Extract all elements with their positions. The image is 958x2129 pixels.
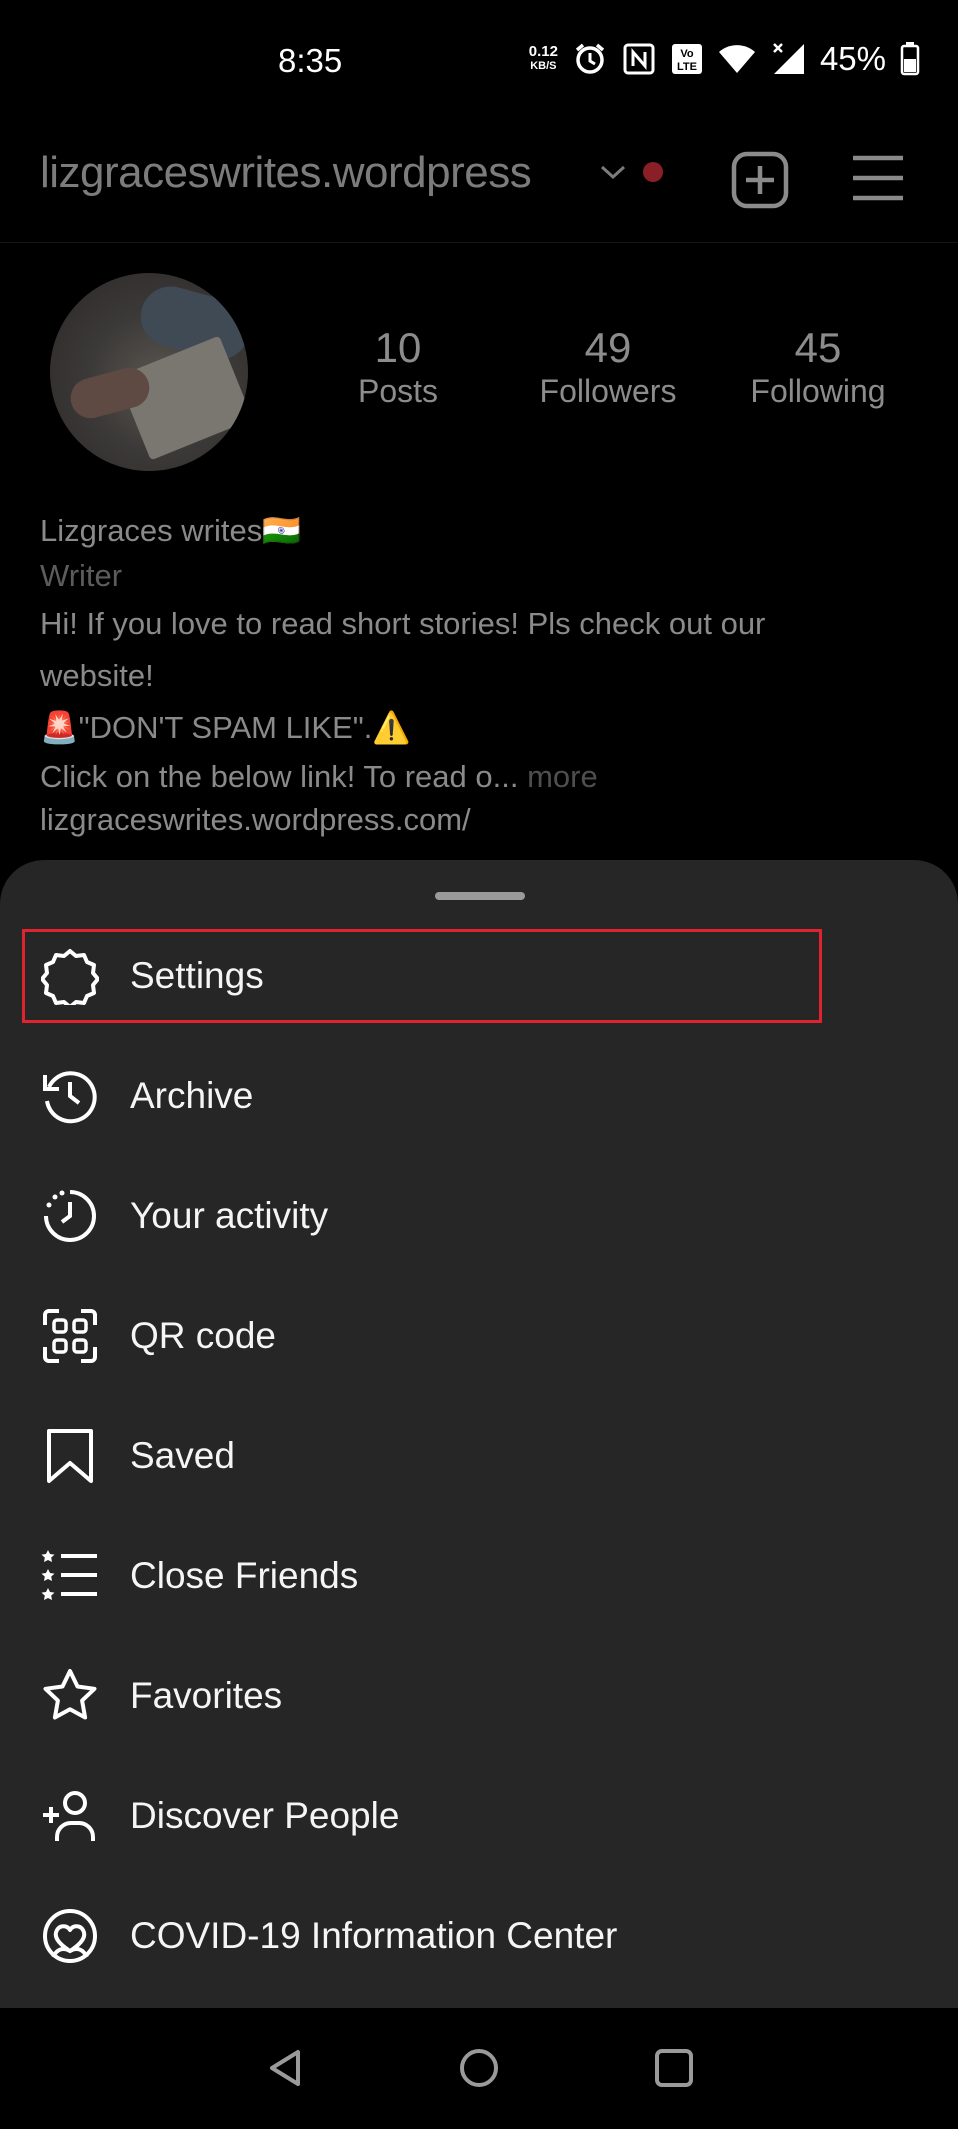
wifi-icon [718,43,756,75]
menu-item-label: Favorites [130,1675,283,1716]
close-friends-icon [40,1546,100,1606]
following-stat[interactable]: 45 Following [738,325,898,411]
bio-line: website! [40,658,154,693]
menu-bottom-sheet: Settings Archive Your activity QR code S… [0,860,958,2008]
menu-item-label: Close Friends [130,1555,359,1596]
followers-stat[interactable]: 49 Followers [528,325,688,411]
nfc-icon [622,42,656,76]
home-icon[interactable] [457,2046,501,2095]
more-link[interactable]: more [518,759,598,794]
chevron-down-icon[interactable] [598,162,628,187]
menu-item-close-friends[interactable]: Close Friends [0,1516,958,1636]
network-speed: 0.12 KB/S [529,44,558,74]
website-link[interactable]: lizgraceswrites.wordpress.com/ [40,800,920,840]
activity-icon [40,1186,100,1246]
battery-icon [900,42,920,76]
followers-count: 49 [584,324,632,371]
network-speed-value: 0.12 [528,43,558,60]
archive-icon [40,1066,100,1126]
notification-dot [643,162,663,182]
following-label: Following [750,373,886,409]
status-bar: 8:35 0.12 KB/S Vo LTE 45% [0,0,958,120]
following-count: 45 [794,324,842,371]
menu-icon[interactable] [850,150,906,211]
sheet-drag-handle[interactable] [435,892,525,900]
bio-line: Hi! If you love to read short stories! P… [40,606,766,641]
svg-text:Vo: Vo [680,48,694,60]
menu-item-covid-info[interactable]: COVID-19 Information Center [0,1876,958,1996]
covid-info-icon [40,1906,100,1966]
menu-item-label: COVID-19 Information Center [130,1915,618,1956]
settings-icon [40,946,100,1006]
avatar[interactable] [50,273,248,471]
new-post-icon[interactable] [730,150,790,215]
posts-count: 10 [374,324,422,371]
display-name: Lizgraces writes🇮🇳 [40,513,301,548]
bio-line: 🚨"DON'T SPAM LIKE".⚠️ [40,710,411,745]
recents-icon[interactable] [652,2046,696,2095]
favorites-icon [40,1666,100,1726]
system-nav-bar [0,2008,958,2129]
posts-label: Posts [357,373,439,409]
menu-item-saved[interactable]: Saved [0,1396,958,1516]
discover-people-icon [40,1786,100,1846]
alarm-icon [572,41,608,77]
volte-icon: Vo LTE [670,42,704,76]
followers-label: Followers [539,373,677,409]
menu-item-qr-code[interactable]: QR code [0,1276,958,1396]
profile-bio: Lizgraces writes🇮🇳 Writer Hi! If you lov… [40,508,920,840]
menu-item-label: Settings [130,955,264,996]
menu-item-your-activity[interactable]: Your activity [0,1156,958,1276]
menu-item-archive[interactable]: Archive [0,1036,958,1156]
status-icons: 0.12 KB/S Vo LTE 45% [529,40,920,78]
qr-code-icon [40,1306,100,1366]
menu-item-label: Your activity [130,1195,329,1236]
posts-stat[interactable]: 10 Posts [338,325,458,411]
profile-category: Writer [40,558,123,593]
signal-icon [770,42,806,76]
network-speed-unit: KB/S [530,60,557,72]
menu-item-settings[interactable]: Settings [0,916,958,1036]
profile-header: lizgraceswrites.wordpress [0,120,958,243]
account-switcher[interactable]: lizgraceswrites.wordpress [40,148,532,198]
back-icon[interactable] [264,2046,308,2095]
bio-line: Click on the below link! To read o... [40,759,519,794]
battery-percent: 45% [819,40,886,77]
svg-text:LTE: LTE [677,61,697,73]
menu-item-discover-people[interactable]: Discover People [0,1756,958,1876]
bio-line-truncated: Click on the below link! To read o... mo… [40,754,920,800]
menu-item-favorites[interactable]: Favorites [0,1636,958,1756]
status-time: 8:35 [278,42,343,79]
menu-item-label: Archive [130,1075,254,1116]
menu-item-label: Discover People [130,1795,400,1836]
menu-item-label: QR code [130,1315,277,1356]
menu-item-label: Saved [130,1435,235,1476]
saved-icon [40,1426,100,1486]
